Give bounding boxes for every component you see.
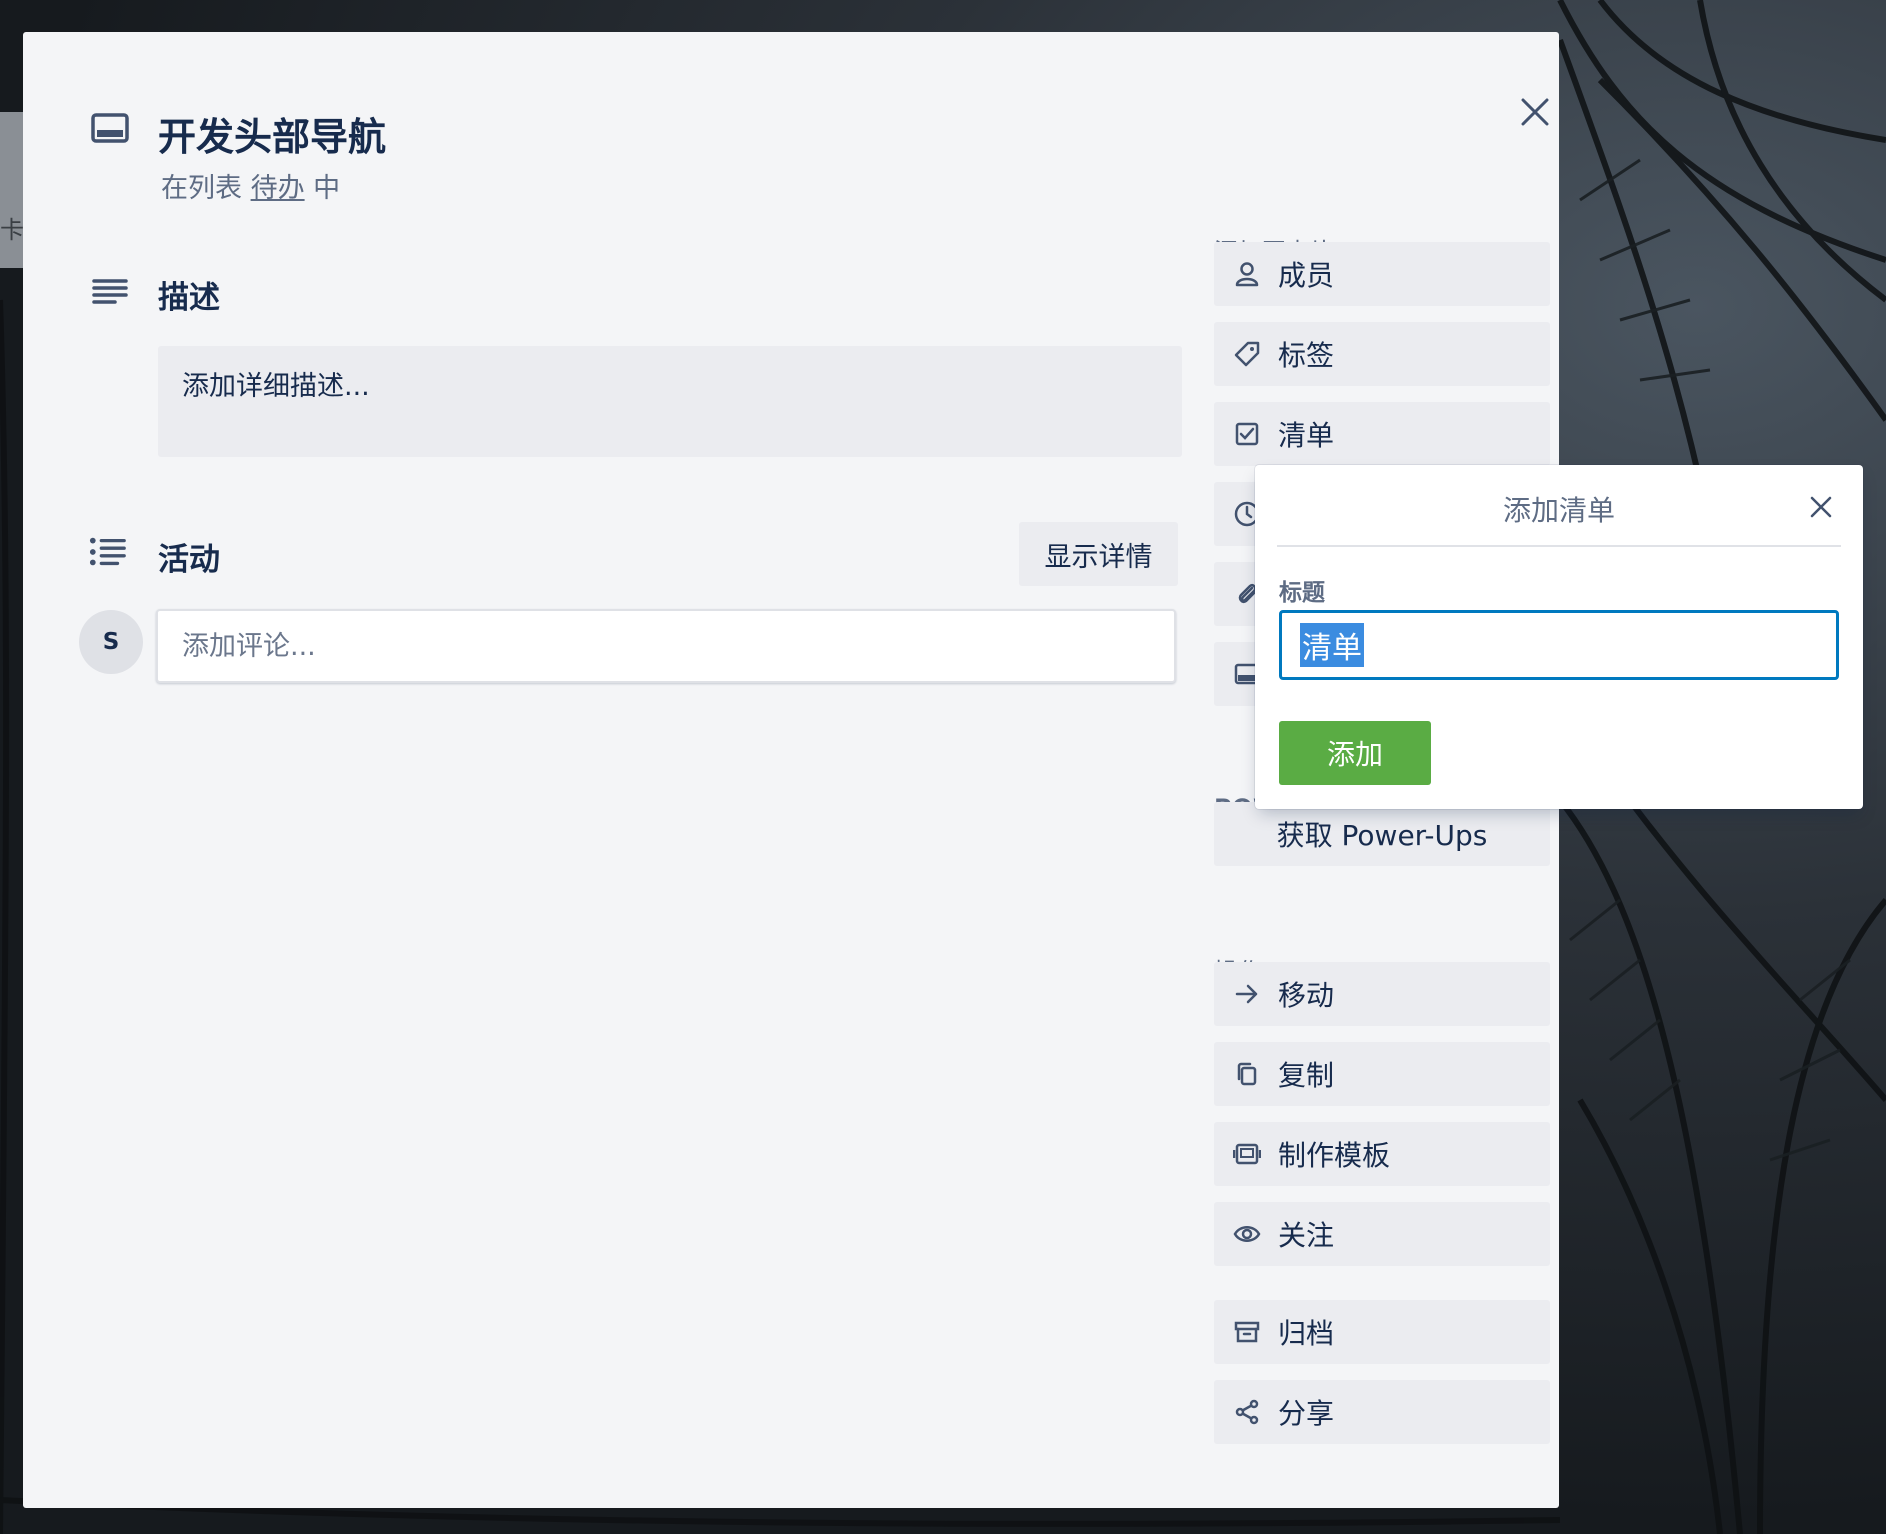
copy-button-label: 复制 bbox=[1278, 1059, 1335, 1092]
popover-title: 添加清单 bbox=[1502, 494, 1615, 527]
watch-button[interactable]: 关注 bbox=[1214, 1202, 1550, 1266]
background-list-stub-text: 卡 bbox=[0, 216, 24, 244]
make-template-button-label: 制作模板 bbox=[1278, 1139, 1391, 1172]
close-icon bbox=[1810, 496, 1832, 518]
description-placeholder: 添加详细描述... bbox=[182, 371, 370, 402]
make-template-button[interactable]: 制作模板 bbox=[1214, 1122, 1550, 1186]
list-location-suffix: 中 bbox=[304, 173, 341, 204]
list-name-link[interactable]: 待办 bbox=[251, 173, 305, 204]
background-list-stub: 卡 bbox=[0, 112, 24, 268]
checklist-title-value: 清单 bbox=[1300, 623, 1364, 667]
add-checklist-button[interactable]: 添加 bbox=[1279, 721, 1431, 785]
popover-separator bbox=[1277, 545, 1841, 547]
add-checklist-popover: 添加清单 标题 清单 添加 bbox=[1255, 465, 1863, 809]
avatar-initial: S bbox=[102, 629, 120, 655]
tag-icon bbox=[1234, 341, 1260, 367]
eye-icon bbox=[1233, 1226, 1261, 1242]
get-powerups-button[interactable]: 获取 Power-Ups bbox=[1214, 802, 1550, 866]
copy-icon bbox=[1237, 1062, 1257, 1086]
checklist-button[interactable]: 清单 bbox=[1214, 402, 1550, 466]
share-button[interactable]: 分享 bbox=[1214, 1380, 1550, 1444]
labels-button[interactable]: 标签 bbox=[1214, 322, 1550, 386]
move-button[interactable]: 移动 bbox=[1214, 962, 1550, 1026]
template-icon bbox=[1233, 1143, 1261, 1165]
archive-button-label: 归档 bbox=[1278, 1317, 1335, 1350]
description-heading: 描述 bbox=[158, 280, 220, 316]
checklist-title-label: 标题 bbox=[1279, 580, 1325, 606]
popover-close-button[interactable] bbox=[1803, 489, 1839, 525]
close-icon bbox=[1521, 98, 1549, 126]
checklist-icon bbox=[1235, 422, 1259, 446]
show-details-button[interactable]: 显示详情 bbox=[1019, 522, 1178, 586]
watch-button-label: 关注 bbox=[1278, 1219, 1335, 1252]
person-icon bbox=[1235, 262, 1259, 287]
copy-button[interactable]: 复制 bbox=[1214, 1042, 1550, 1106]
checklist-button-label: 清单 bbox=[1278, 419, 1335, 452]
card-title[interactable]: 开发头部导航 bbox=[158, 106, 386, 161]
activity-icon bbox=[89, 537, 126, 566]
archive-button[interactable]: 归档 bbox=[1214, 1300, 1550, 1364]
share-icon bbox=[1235, 1399, 1259, 1425]
archive-icon bbox=[1234, 1321, 1260, 1343]
description-icon bbox=[92, 279, 128, 304]
move-button-label: 移动 bbox=[1278, 979, 1335, 1012]
comment-input[interactable] bbox=[156, 609, 1176, 683]
description-editor[interactable]: 添加详细描述... bbox=[158, 346, 1182, 457]
card-icon bbox=[91, 113, 129, 143]
activity-heading: 活动 bbox=[158, 542, 220, 578]
arrow-right-icon bbox=[1235, 984, 1258, 1004]
members-button[interactable]: 成员 bbox=[1214, 242, 1550, 306]
card-list-location: 在列表 待办 中 bbox=[161, 166, 340, 205]
member-avatar[interactable]: S bbox=[79, 610, 143, 674]
labels-button-label: 标签 bbox=[1278, 339, 1335, 372]
list-location-prefix: 在列表 bbox=[161, 173, 251, 204]
checklist-title-input[interactable]: 清单 bbox=[1279, 610, 1839, 680]
get-powerups-label: 获取 Power-Ups bbox=[1276, 819, 1488, 852]
close-card-button[interactable] bbox=[1515, 92, 1555, 132]
members-button-label: 成员 bbox=[1278, 259, 1335, 292]
share-button-label: 分享 bbox=[1278, 1397, 1335, 1430]
